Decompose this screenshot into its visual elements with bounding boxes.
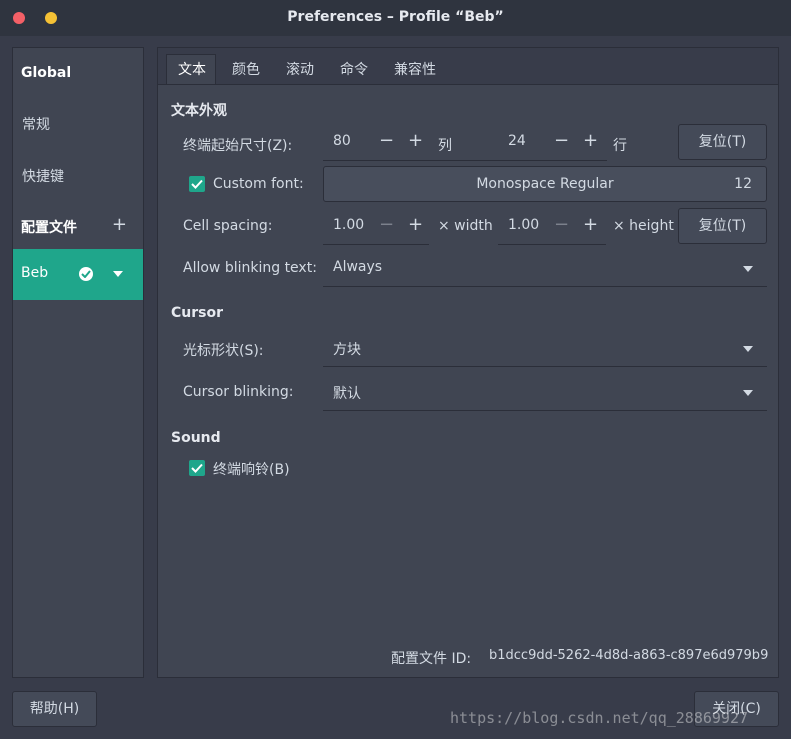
cursor-blink-value: 默认 bbox=[333, 386, 361, 402]
tab-bar: 文本 颜色 滚动 命令 兼容性 bbox=[158, 48, 778, 85]
font-chooser-button[interactable]: Monospace Regular 12 bbox=[323, 166, 767, 202]
tab-compatibility[interactable]: 兼容性 bbox=[394, 59, 436, 79]
cell-height-decrement-button[interactable]: − bbox=[554, 214, 569, 235]
cell-height-field: 1.00 − + bbox=[498, 208, 606, 245]
text-appearance-header: 文本外观 bbox=[171, 103, 227, 119]
cell-width-unit-label: × width bbox=[438, 218, 493, 234]
cursor-shape-chevron-down-icon bbox=[743, 346, 753, 352]
title-bar: Preferences – Profile “Beb” bbox=[0, 0, 791, 36]
tab-scrolling[interactable]: 滚动 bbox=[286, 59, 314, 79]
custom-font-checkbox[interactable] bbox=[189, 176, 205, 192]
cursor-blink-label: Cursor blinking: bbox=[183, 384, 294, 400]
cell-width-increment-button[interactable]: + bbox=[408, 214, 423, 235]
cell-spacing-label: Cell spacing: bbox=[183, 218, 273, 234]
font-size: 12 bbox=[734, 176, 752, 192]
sidebar-profiles-header: 配置文件 bbox=[21, 220, 77, 236]
terminal-bell-label[interactable]: 终端响铃(B) bbox=[213, 459, 290, 479]
cursor-blink-dropdown[interactable]: 默认 bbox=[323, 375, 767, 411]
add-profile-button[interactable]: + bbox=[112, 214, 127, 235]
cell-width-decrement-button[interactable]: − bbox=[379, 214, 394, 235]
profile-id-label: 配置文件 ID: bbox=[391, 651, 472, 667]
blink-text-chevron-down-icon bbox=[743, 266, 753, 272]
tab-colors[interactable]: 颜色 bbox=[232, 59, 260, 79]
rows-unit-label: 行 bbox=[613, 138, 627, 154]
cell-width-field: 1.00 − + bbox=[323, 208, 429, 245]
cursor-shape-label: 光标形状(S): bbox=[183, 343, 264, 359]
help-button[interactable]: 帮助(H) bbox=[12, 691, 97, 727]
reset-size-button[interactable]: 复位(T) bbox=[678, 124, 767, 160]
watermark-text: https://blog.csdn.net/qq_28869927 bbox=[450, 709, 749, 727]
cell-height-unit-label: × height bbox=[613, 218, 674, 234]
rows-field: 24 − + bbox=[498, 124, 606, 161]
terminal-bell-checkbox[interactable] bbox=[189, 460, 205, 476]
blink-text-dropdown[interactable]: Always bbox=[323, 251, 767, 287]
cursor-header: Cursor bbox=[171, 305, 224, 321]
reset-spacing-button[interactable]: 复位(T) bbox=[678, 208, 767, 244]
blink-text-value: Always bbox=[333, 259, 383, 275]
blink-text-label: Allow blinking text: bbox=[183, 260, 317, 276]
custom-font-label[interactable]: Custom font: bbox=[213, 176, 304, 192]
initial-size-label: 终端起始尺寸(Z): bbox=[183, 138, 293, 154]
rows-decrement-button[interactable]: − bbox=[554, 130, 569, 151]
sidebar-item-general[interactable]: 常规 bbox=[22, 114, 50, 134]
profile-menu-chevron-down-icon[interactable] bbox=[113, 271, 123, 277]
cell-width-input[interactable]: 1.00 bbox=[333, 217, 364, 233]
profile-settings-panel: 文本 颜色 滚动 命令 兼容性 文本外观 终端起始尺寸(Z): 80 − + 列… bbox=[157, 47, 779, 678]
cell-height-input[interactable]: 1.00 bbox=[508, 217, 539, 233]
columns-unit-label: 列 bbox=[438, 138, 452, 154]
cell-height-increment-button[interactable]: + bbox=[583, 214, 598, 235]
rows-increment-button[interactable]: + bbox=[583, 130, 598, 151]
cursor-shape-dropdown[interactable]: 方块 bbox=[323, 331, 767, 367]
tab-text[interactable]: 文本 bbox=[178, 59, 206, 79]
tab-command[interactable]: 命令 bbox=[340, 59, 368, 79]
rows-input[interactable]: 24 bbox=[508, 133, 526, 149]
sidebar-item-profile-beb[interactable]: Beb bbox=[13, 249, 143, 300]
profile-id-value: b1dcc9dd-5262-4d8d-a863-c897e6d979b9 bbox=[489, 648, 769, 663]
cursor-blink-chevron-down-icon bbox=[743, 390, 753, 396]
columns-underline bbox=[323, 124, 429, 161]
sidebar-item-global[interactable]: Global bbox=[21, 65, 71, 81]
sidebar: Global 常规 快捷键 配置文件 + Beb bbox=[12, 47, 144, 678]
cursor-shape-value: 方块 bbox=[333, 342, 361, 358]
sound-header: Sound bbox=[171, 430, 221, 446]
sidebar-item-shortcuts[interactable]: 快捷键 bbox=[22, 166, 64, 186]
profile-name: Beb bbox=[21, 265, 49, 281]
window-title: Preferences – Profile “Beb” bbox=[287, 9, 504, 25]
font-name: Monospace Regular bbox=[476, 176, 614, 192]
default-profile-check-icon bbox=[79, 267, 93, 281]
